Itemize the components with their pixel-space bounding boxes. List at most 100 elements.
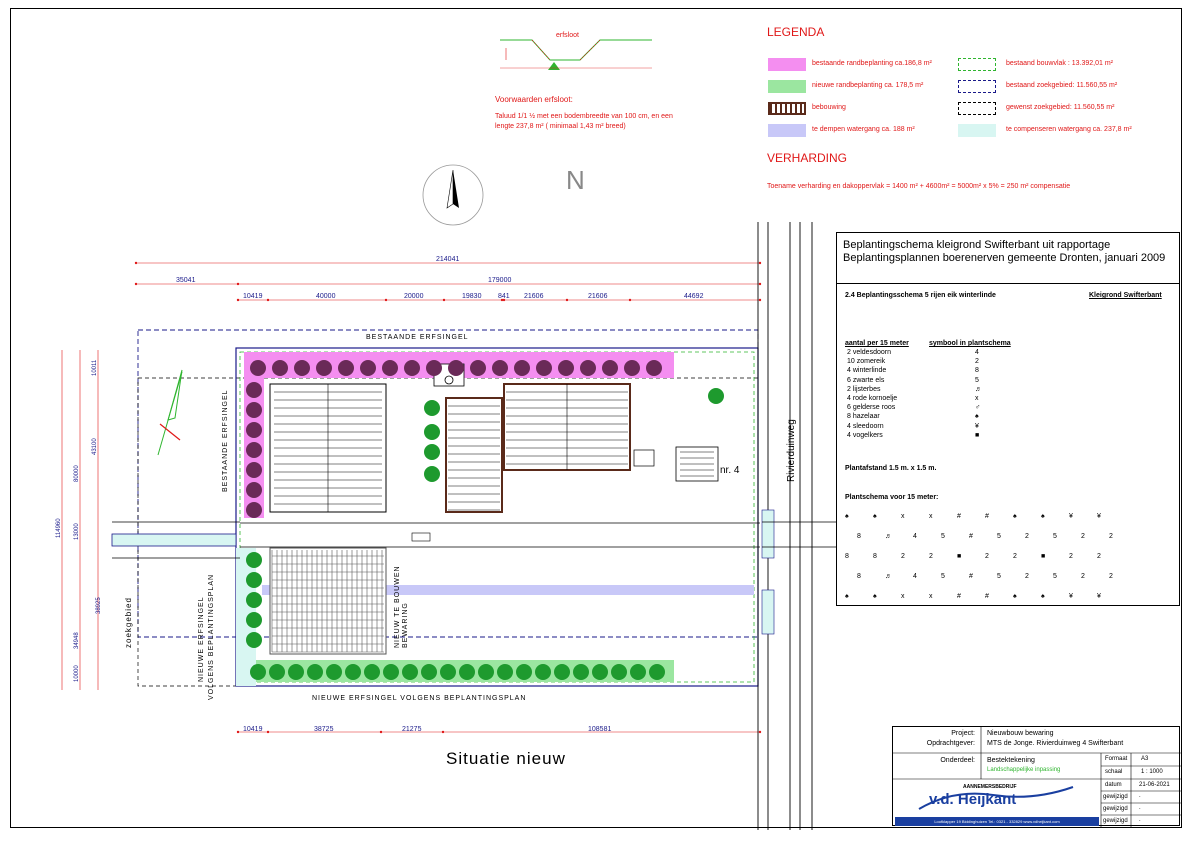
schema-cell: ¥ xyxy=(1097,513,1101,520)
schema-cell: # xyxy=(969,533,973,540)
verharding-text: Toename verharding en dakoppervlak = 140… xyxy=(767,183,1071,190)
plant-name: 6 zwarte els xyxy=(847,376,885,384)
schema-cell: x xyxy=(901,513,905,520)
legend-label-right-0: bestaand bouwvlak : 13.392,01 m² xyxy=(1006,60,1114,67)
schema-cell: ♠ xyxy=(1041,593,1045,600)
format-label: Formaat xyxy=(1105,756,1128,762)
scale-label: schaal xyxy=(1105,769,1123,775)
schema-cell: 2 xyxy=(1013,553,1017,560)
part-sub: Landschappelijke inpassing xyxy=(987,767,1061,773)
schema-cell: 4 xyxy=(913,533,917,540)
erfsloot-profile xyxy=(492,30,662,90)
label-zoekgebied: zoekgebied xyxy=(124,597,133,648)
schema-cell: # xyxy=(957,513,961,520)
legend-swatch-right-2 xyxy=(958,102,996,115)
project-value: Nieuwbouw bewaring xyxy=(987,730,1054,737)
schema-cell: ♠ xyxy=(1013,593,1017,600)
beplanting-section: 2.4 Beplantingsschema 5 rijen eik winter… xyxy=(845,292,996,299)
schema-cell: 5 xyxy=(941,533,945,540)
dim-left-3: 13000 xyxy=(74,523,80,540)
legend-swatch-right-3 xyxy=(958,124,996,137)
erfsloot-label: erfsloot xyxy=(556,32,579,39)
label-nieuwe-left-1: NIEUWE ERFSINGEL xyxy=(198,596,205,682)
schema-cell: 5 xyxy=(1053,573,1057,580)
schema-cell: ♠ xyxy=(1041,513,1045,520)
beplanting-header-rule xyxy=(837,283,1179,284)
schema-cell: ♠ xyxy=(1013,513,1017,520)
format-value: A3 xyxy=(1141,756,1149,762)
verharding-title: VERHARDING xyxy=(767,151,848,165)
plant-symbol: x xyxy=(975,395,979,402)
erfsloot-text-2: lengte 237,8 m² ( minimaal 1,43 m² breed… xyxy=(495,123,626,130)
schema-cell: ¥ xyxy=(1069,593,1073,600)
dim-left-offset: 35041 xyxy=(176,277,196,284)
title-block: Project: Nieuwbouw bewaring Opdrachtgeve… xyxy=(892,726,1181,827)
dim-row-4: 841 xyxy=(498,293,510,300)
dim-row-6: 21606 xyxy=(588,293,608,300)
dim-left-7: 10011 xyxy=(92,359,98,376)
rev3-value: . xyxy=(1139,817,1141,823)
plant-name: 6 gelderse roos xyxy=(847,404,896,412)
part-value: Bestektekening xyxy=(987,757,1035,764)
legend-label-left-2: bebouwing xyxy=(812,104,846,111)
schema-cell: ♠ xyxy=(873,593,877,600)
schema-cell: 5 xyxy=(997,573,1001,580)
label-nieuw-te-bouwen-2: BEWARING xyxy=(402,602,409,648)
schema-cell: 4 xyxy=(913,573,917,580)
legend-swatch-right-0 xyxy=(958,58,996,71)
dim-total-width: 214041 xyxy=(436,256,460,263)
label-nieuw-te-bouwen-1: NIEUW TE BOUWEN xyxy=(394,565,401,648)
plant-name: 8 hazelaar xyxy=(847,413,880,421)
schema-cell: 8 xyxy=(845,553,849,560)
dim-row-2: 20000 xyxy=(404,293,424,300)
rev2-label: gewijzigd xyxy=(1103,806,1128,812)
beplanting-col2: symbool in plantschema xyxy=(929,340,1011,347)
plantafstand: Plantafstand 1.5 m. x 1.5 m. xyxy=(845,465,937,472)
schema-cell: ■ xyxy=(957,553,962,560)
dim-left-1: 80000 xyxy=(74,465,80,482)
schema-cell: 2 xyxy=(1069,553,1073,560)
beplanting-section-right: Kleigrond Swifterbant xyxy=(1089,292,1162,299)
legend-label-left-0: bestaande randbeplanting ca.186,8 m² xyxy=(812,60,932,67)
legend-swatch-left-3 xyxy=(768,124,806,137)
client-value: MTS de Jonge. Rivierduinweg 4 Swifterban… xyxy=(987,740,1124,747)
schema-cell: # xyxy=(985,593,989,600)
erfsloot-title: Voorwaarden erfsloot: xyxy=(495,95,573,104)
schema-cell: 8 xyxy=(857,573,861,580)
dim-left-6: 10000 xyxy=(74,665,80,682)
label-nieuwe-left-2: VOLGENS BEPLANTINGSPLAN xyxy=(208,573,215,700)
plant-name: 2 veldesdoorn xyxy=(847,349,891,356)
plant-symbol: ♂ xyxy=(975,404,981,412)
plant-symbol: ¥ xyxy=(975,422,979,430)
plant-symbol: ♠ xyxy=(975,413,979,421)
schema-cell: x xyxy=(929,593,933,600)
beplanting-panel: Beplantingschema kleigrond Swifterbant u… xyxy=(836,232,1180,606)
rev1-value: . xyxy=(1139,793,1141,799)
label-nieuwe-bottom: NIEUWE ERFSINGEL VOLGENS BEPLANTINGSPLAN xyxy=(312,695,527,702)
plant-symbol: 5 xyxy=(975,376,979,384)
legend-label-right-2: gewenst zoekgebied: 11.560,55 m² xyxy=(1006,104,1115,111)
dim-row-0: 10419 xyxy=(243,293,263,300)
erfsloot-section-drawing xyxy=(500,39,652,70)
erfsloot-text-1: Taluud 1/1 ½ met een bodembreedte van 10… xyxy=(495,113,673,120)
legend-swatch-left-2 xyxy=(768,102,806,115)
schema-cell: ♬ xyxy=(885,573,892,580)
schema-cell: x xyxy=(929,513,933,520)
schema-cell: 5 xyxy=(1053,533,1057,540)
plantschema-title: Plantschema voor 15 meter: xyxy=(845,494,939,501)
date-label: datum xyxy=(1105,782,1122,788)
plant-symbol: 4 xyxy=(975,349,979,356)
plant-name: 2 lijsterbes xyxy=(847,385,881,393)
beplanting-header: Beplantingschema kleigrond Swifterbant u… xyxy=(843,239,1166,264)
legend-swatch-left-1 xyxy=(768,80,806,93)
plant-symbol: 2 xyxy=(975,358,979,366)
date-value: 21-06-2021 xyxy=(1139,782,1170,788)
north-label: N xyxy=(566,165,585,195)
company-name: v.d. Heijkant xyxy=(929,791,1017,808)
part-label: Onderdeel: xyxy=(940,757,975,764)
label-house-nr: nr. 4 xyxy=(720,465,740,476)
schema-cell: ¥ xyxy=(1069,513,1073,520)
plant-symbol: 8 xyxy=(975,367,979,375)
schema-cell: 2 xyxy=(1025,573,1029,580)
dim-row-5: 21606 xyxy=(524,293,544,300)
